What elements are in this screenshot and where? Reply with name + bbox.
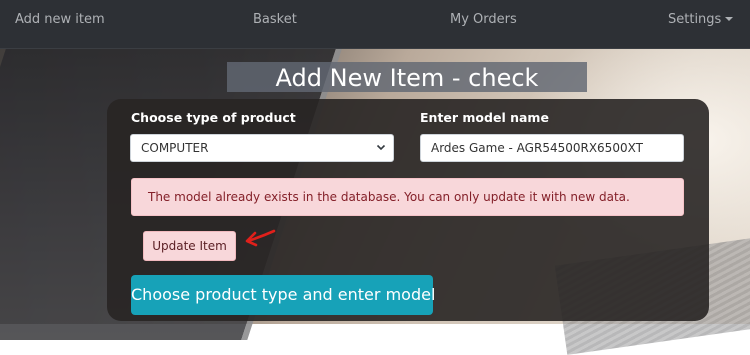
add-item-card: Choose type of product COMPUTER Enter mo… — [107, 99, 709, 321]
nav-add-new-item[interactable]: Add new item — [15, 12, 105, 27]
nav-my-orders[interactable]: My Orders — [450, 12, 517, 27]
product-type-value: COMPUTER — [141, 141, 209, 155]
page-title: Add New Item - check — [227, 62, 587, 92]
nav-basket[interactable]: Basket — [253, 12, 297, 27]
product-type-label: Choose type of product — [131, 110, 296, 125]
nav-settings-dropdown[interactable]: Settings — [668, 12, 734, 27]
product-type-select[interactable]: COMPUTER — [130, 134, 394, 162]
model-name-input[interactable]: Ardes Game - AGR54500RX6500XT — [420, 134, 684, 162]
top-navbar: Add new item Basket My Orders Settings — [0, 0, 750, 49]
model-name-label: Enter model name — [420, 110, 549, 125]
update-item-button[interactable]: Update Item — [143, 231, 236, 261]
annotation-arrow-icon — [245, 229, 276, 247]
choose-product-submit-button[interactable]: Choose product type and enter model — [131, 275, 435, 315]
duplicate-model-alert: The model already exists in the database… — [131, 178, 684, 216]
chevron-down-icon — [376, 144, 386, 151]
caret-down-icon — [725, 17, 734, 21]
nav-settings-label: Settings — [668, 12, 722, 27]
